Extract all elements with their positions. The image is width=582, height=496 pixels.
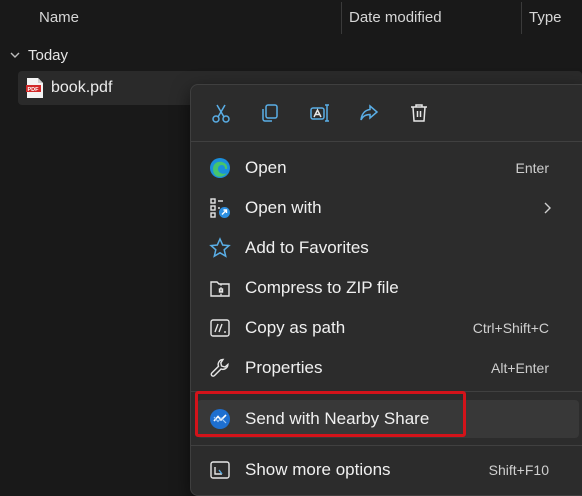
star-icon (209, 237, 231, 258)
pdf-file-icon: PDF (26, 78, 43, 98)
column-header: Name Date modified Type (0, 0, 582, 36)
zip-folder-icon (210, 281, 230, 297)
chevron-right-icon (544, 202, 551, 214)
menu-item-label: Compress to ZIP file (245, 278, 399, 297)
context-menu-toolbar (191, 85, 582, 141)
menu-item-show-more-options[interactable]: Show more options Shift+F10 (197, 451, 579, 489)
svg-text:PDF: PDF (28, 87, 40, 93)
menu-item-add-to-favorites[interactable]: Add to Favorites (197, 229, 579, 267)
menu-item-label: Open (245, 158, 287, 177)
column-name[interactable]: Name (39, 9, 79, 26)
rename-icon (310, 104, 329, 122)
trash-icon (411, 104, 427, 122)
menu-item-label: Open with (245, 198, 322, 217)
menu-divider (191, 445, 582, 446)
menu-item-shortcut: Alt+Enter (491, 360, 549, 376)
copy-button[interactable] (251, 95, 289, 131)
menu-item-properties[interactable]: Properties Alt+Enter (197, 349, 579, 387)
menu-item-label: Properties (245, 358, 323, 377)
menu-item-shortcut: Ctrl+Shift+C (472, 320, 549, 336)
menu-item-label: Copy as path (245, 318, 346, 337)
menu-item-shortcut: Enter (515, 160, 549, 176)
share-icon (360, 104, 379, 121)
column-date-modified[interactable]: Date modified (349, 9, 442, 26)
column-divider[interactable] (521, 2, 522, 34)
more-options-icon (210, 461, 230, 479)
menu-item-copy-as-path[interactable]: Copy as path Ctrl+Shift+C (197, 309, 579, 347)
scissors-icon (212, 104, 230, 123)
delete-button[interactable] (400, 95, 438, 131)
copy-icon (262, 104, 278, 122)
copy-path-icon (210, 319, 230, 337)
menu-item-label: Show more options (245, 460, 391, 479)
rename-button[interactable] (301, 95, 339, 131)
cut-button[interactable] (202, 95, 240, 131)
group-label: Today (28, 46, 69, 64)
menu-item-open[interactable]: Open Enter (197, 149, 579, 187)
column-divider[interactable] (341, 2, 342, 34)
menu-item-open-with[interactable]: Open with (197, 189, 579, 227)
share-button[interactable] (350, 95, 388, 131)
chevron-down-icon (10, 52, 20, 58)
file-name: book.pdf (51, 79, 113, 96)
menu-divider (191, 141, 582, 142)
group-header-today[interactable]: Today (8, 44, 68, 66)
menu-item-label: Add to Favorites (245, 238, 369, 257)
menu-item-compress-zip[interactable]: Compress to ZIP file (197, 269, 579, 307)
open-with-icon (210, 198, 230, 218)
highlight-annotation-box (195, 391, 466, 437)
column-type[interactable]: Type (529, 9, 562, 26)
edge-browser-icon (210, 158, 230, 178)
menu-item-shortcut: Shift+F10 (488, 462, 549, 478)
wrench-icon (210, 358, 229, 377)
